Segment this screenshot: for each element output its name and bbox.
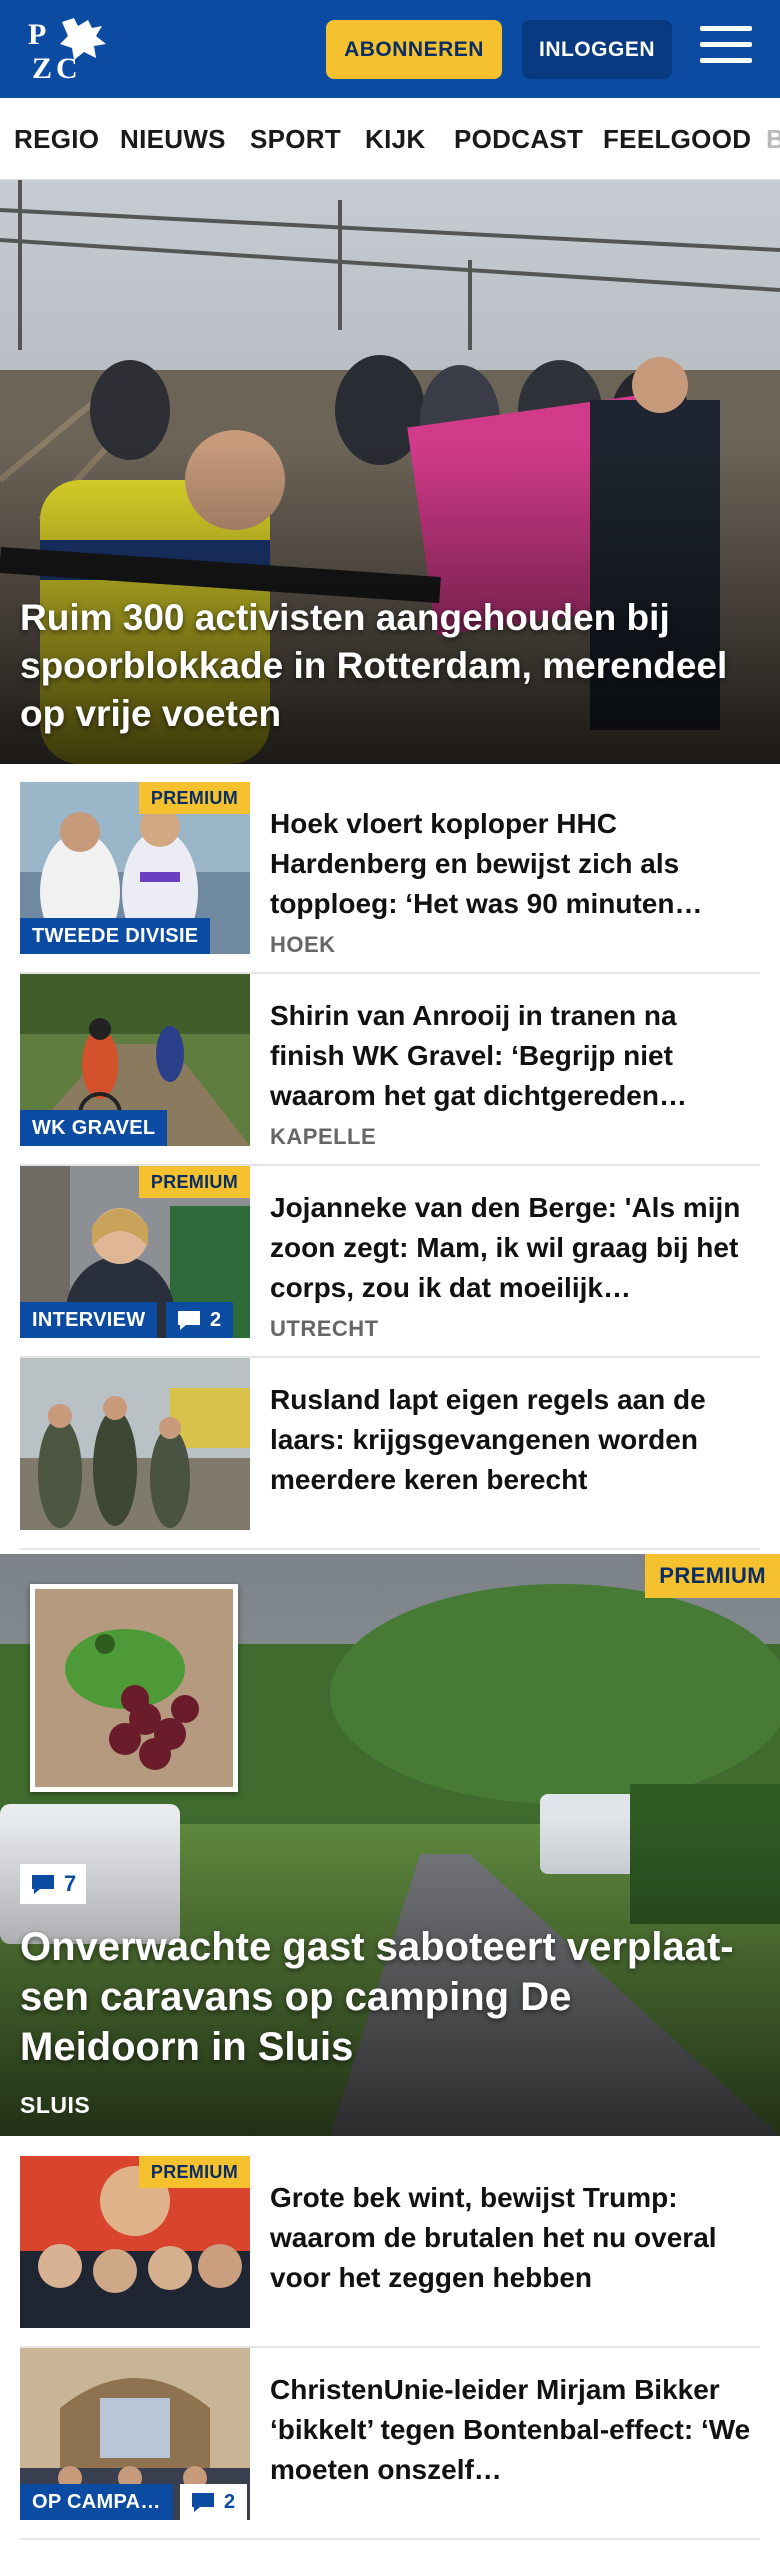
nav-item-nieuws[interactable]: NIEUWS [120, 124, 226, 155]
feature-inset-image [30, 1584, 238, 1792]
category-badge: INTERVIEW [20, 1302, 158, 1338]
article-thumbnail[interactable]: WK GRAVEL [20, 974, 250, 1146]
list-item[interactable]: PREMIUM Grote bek wint, bewijst Trump: w… [20, 2156, 760, 2348]
category-badge: OP CAMPA… [20, 2484, 173, 2520]
nav-item-sport[interactable]: SPORT [250, 124, 341, 155]
category-badge: TWEEDE DIVISIE [20, 918, 211, 954]
nav-item-more[interactable]: B [766, 124, 780, 155]
comment-count-badge[interactable]: 7 [20, 1864, 87, 1904]
premium-badge: PREMIUM [138, 1166, 250, 1198]
article-location: HOEK [270, 932, 336, 957]
subscribe-button[interactable]: ABONNEREN [326, 20, 502, 79]
article-title[interactable]: Rusland lapt eigen regels aan de laars: … [270, 1380, 756, 1500]
comment-icon [192, 2493, 214, 2512]
premium-badge: PREMIUM [645, 1554, 780, 1598]
hero-title[interactable]: Ruim 300 activisten aangehouden bij spoo… [20, 594, 760, 738]
article-thumbnail[interactable]: PREMIUM [20, 2156, 250, 2328]
list-item[interactable]: PREMIUM INTERVIEW 2 Jojanneke van den Be… [20, 1166, 760, 1358]
feature-article[interactable]: PREMIUM 7 Onverwachte gast saboteert ver… [0, 1554, 780, 2136]
comment-count-badge[interactable]: 2 [166, 1302, 234, 1338]
comment-count: 7 [64, 1871, 77, 1896]
list-item[interactable]: OP CAMPA… 2 ChristenUnie-leider Mirjam B… [20, 2348, 760, 2540]
hamburger-icon[interactable] [700, 26, 752, 72]
comment-icon [178, 1311, 200, 1330]
article-thumbnail[interactable]: PREMIUM TWEEDE DIVISIE [20, 782, 250, 954]
svg-text:Z: Z [32, 52, 52, 85]
article-location: UTRECHT [270, 1316, 379, 1341]
section-nav: REGIO NIEUWS SPORT KIJK PODCAST FEELGOOD… [0, 98, 780, 180]
article-location: KAPELLE [270, 1124, 377, 1149]
article-title[interactable]: Jojanneke van den Berge: 'Als mijn zoon … [270, 1188, 756, 1308]
pzc-logo-icon[interactable]: P Z C [26, 14, 112, 86]
list-item[interactable]: Rusland lapt eigen regels aan de laars: … [20, 1358, 760, 1550]
article-title[interactable]: Shirin van Anrooij in tranen na finish W… [270, 996, 756, 1116]
list-item[interactable]: WK GRAVEL Shirin van Anrooij in tranen n… [20, 974, 760, 1166]
feature-location: SLUIS [20, 2092, 91, 2118]
category-badge: WK GRAVEL [20, 1110, 168, 1146]
comment-count-badge[interactable]: 2 [180, 2484, 248, 2520]
nav-item-feelgood[interactable]: FEELGOOD [603, 124, 751, 155]
article-thumbnail[interactable]: PREMIUM INTERVIEW 2 [20, 1166, 250, 1338]
nav-item-regio[interactable]: REGIO [14, 124, 99, 155]
article-thumbnail[interactable]: OP CAMPA… 2 [20, 2348, 250, 2520]
article-title[interactable]: Hoek vloert koploper HHC Hardenberg en b… [270, 804, 756, 924]
hero-article[interactable]: Ruim 300 activisten aangehouden bij spoo… [0, 180, 780, 764]
comment-count: 2 [210, 1308, 222, 1331]
svg-text:P: P [28, 18, 46, 51]
article-title[interactable]: ChristenUnie-leider Mirjam Bikker ‘bikke… [270, 2370, 756, 2490]
comment-count: 2 [224, 2490, 236, 2513]
site-header: P Z C ABONNEREN INLOGGEN [0, 0, 780, 98]
feature-title[interactable]: Onverwachte gast saboteert verplaat­sen … [20, 1922, 760, 2072]
login-button[interactable]: INLOGGEN [522, 20, 672, 79]
article-thumbnail[interactable] [20, 1358, 250, 1530]
nav-item-podcast[interactable]: PODCAST [454, 124, 583, 155]
premium-badge: PREMIUM [138, 2156, 250, 2188]
comment-icon [32, 1875, 54, 1894]
article-title[interactable]: Grote bek wint, bewijst Trump: waarom de… [270, 2178, 756, 2298]
nav-item-kijk[interactable]: KIJK [365, 124, 425, 155]
premium-badge: PREMIUM [138, 782, 250, 814]
list-item[interactable]: PREMIUM TWEEDE DIVISIE Hoek vloert koplo… [20, 782, 760, 974]
